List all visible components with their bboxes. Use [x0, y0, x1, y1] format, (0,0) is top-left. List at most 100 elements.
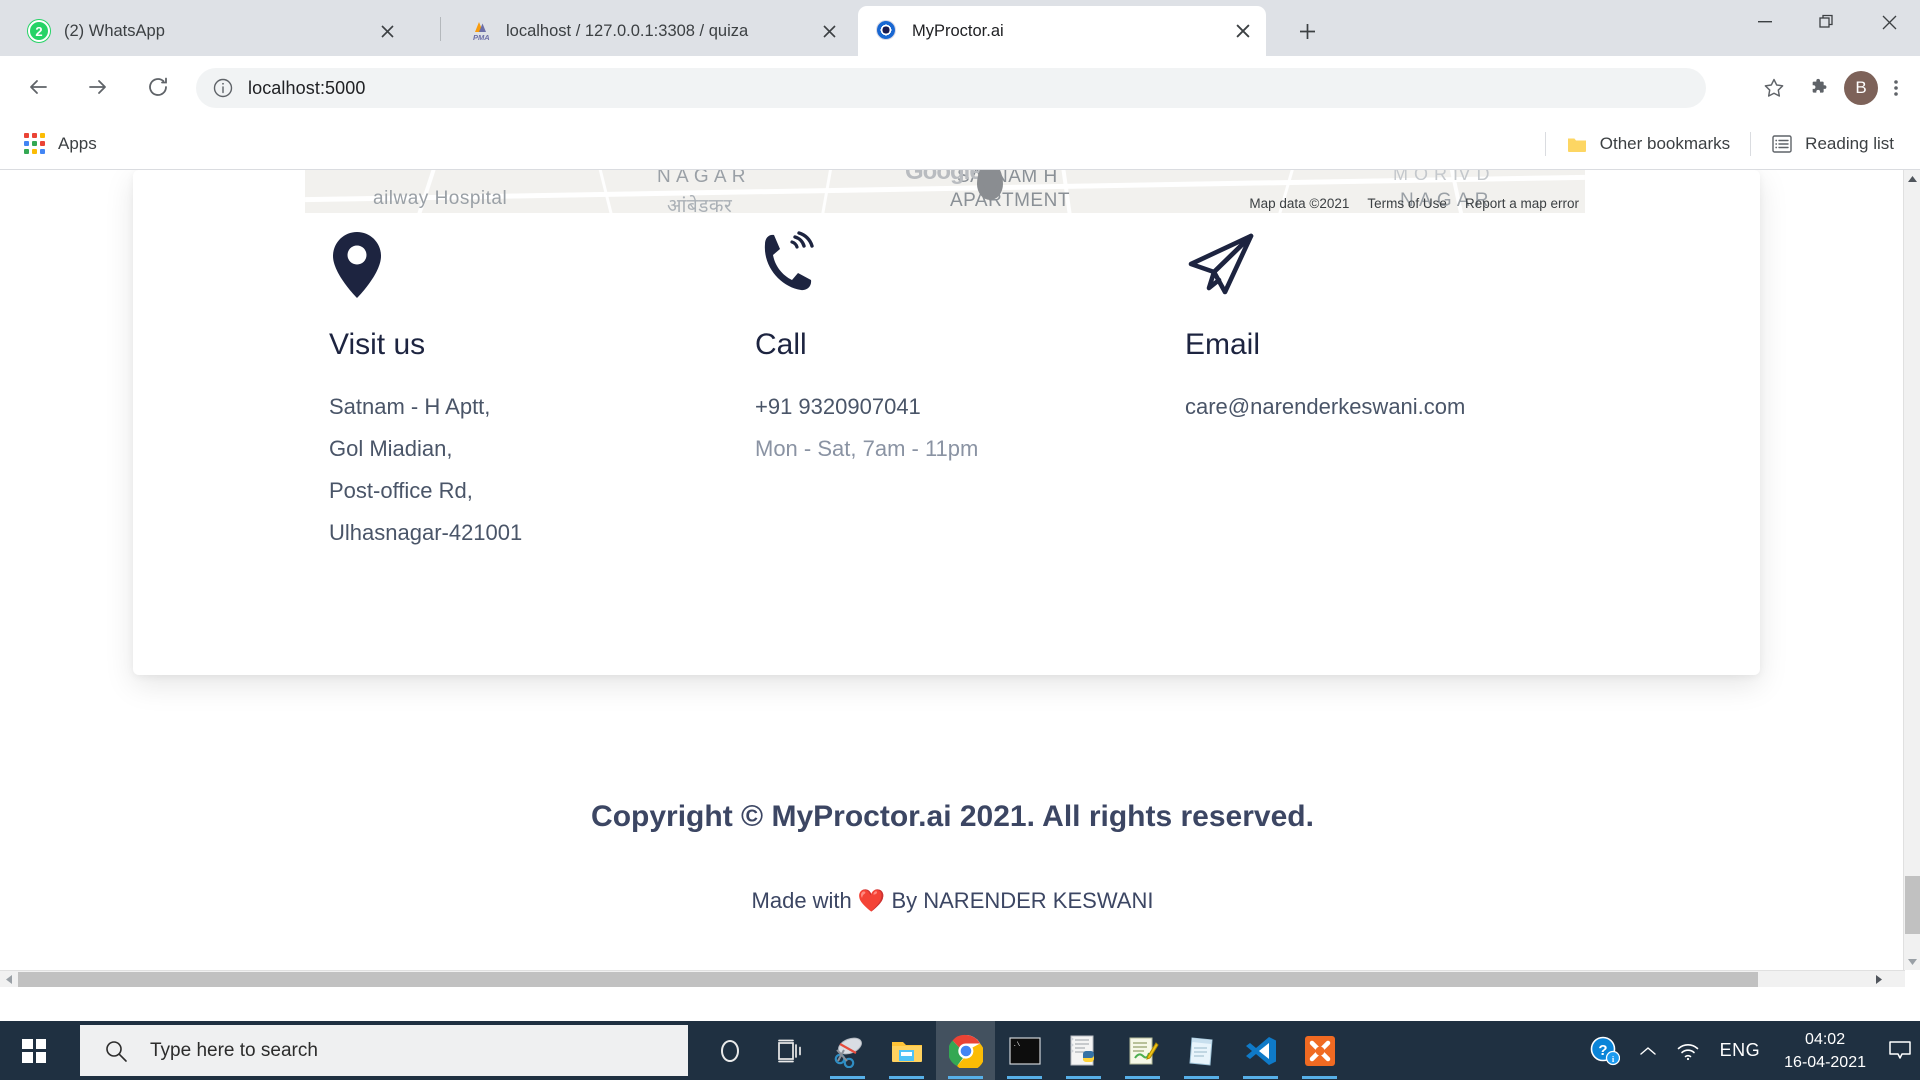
- search-icon: [104, 1039, 128, 1063]
- vertical-scrollbar[interactable]: [1903, 170, 1920, 970]
- map-label: आंबेडकर: [667, 192, 732, 213]
- made-with-prefix: Made with: [752, 888, 852, 913]
- svg-text:.\: .\: [1013, 1041, 1021, 1048]
- scroll-right-arrow-icon[interactable]: [1870, 971, 1887, 988]
- clock-date: 16-04-2021: [1784, 1051, 1866, 1074]
- taskbar-icons: .\: [700, 1021, 1349, 1080]
- file-explorer-icon[interactable]: [877, 1021, 936, 1080]
- language-indicator[interactable]: ENG: [1710, 1021, 1771, 1080]
- tab-close-button[interactable]: [1228, 16, 1258, 46]
- browser-tab-phpmyadmin[interactable]: PMA localhost / 127.0.0.1:3308 / quiza: [452, 6, 852, 56]
- address-line: Satnam - H Aptt,: [329, 386, 729, 428]
- bookmarks-bar-right: Other bookmarks Reading list: [1535, 127, 1904, 161]
- contact-card: ailway Hospital N A G A R आंबेडकर SATNAM…: [133, 170, 1760, 675]
- folder-icon: [1566, 133, 1588, 155]
- forward-arrow-icon[interactable]: [76, 65, 120, 109]
- clock-time: 04:02: [1784, 1028, 1866, 1051]
- map-label: M O R IV D: [1393, 170, 1490, 185]
- terms-of-use-link[interactable]: Terms of Use: [1367, 196, 1447, 211]
- reload-icon[interactable]: [136, 65, 180, 109]
- windows-taskbar: Type here to search: [0, 1021, 1920, 1080]
- system-tray: ? i ENG 04:02 16-04-2021: [1580, 1021, 1920, 1080]
- minimize-icon[interactable]: [1734, 0, 1796, 44]
- address-bar-text: localhost:5000: [248, 78, 366, 99]
- notepad-plus-plus-icon[interactable]: [1113, 1021, 1172, 1080]
- svg-text:PMA: PMA: [473, 33, 490, 42]
- contact-column-email: Email care@narenderkeswani.com: [1185, 230, 1685, 428]
- search-placeholder: Type here to search: [150, 1040, 318, 1062]
- scroll-left-arrow-icon[interactable]: [0, 971, 17, 988]
- close-icon[interactable]: [1858, 0, 1920, 44]
- column-title: Email: [1185, 328, 1685, 362]
- myproctor-icon: [876, 20, 898, 42]
- xampp-icon[interactable]: [1290, 1021, 1349, 1080]
- browser-tab-myproctor[interactable]: MyProctor.ai: [858, 6, 1266, 56]
- map-label: ailway Hospital: [373, 188, 507, 210]
- new-tab-button[interactable]: [1290, 14, 1324, 48]
- google-map[interactable]: ailway Hospital N A G A R आंबेडकर SATNAM…: [305, 170, 1585, 213]
- tab-title: localhost / 127.0.0.1:3308 / quiza: [506, 22, 806, 41]
- reading-list-button[interactable]: Reading list: [1761, 127, 1904, 161]
- browser-window: 2 (2) WhatsApp PMA localhost / 127.0.0.1…: [0, 0, 1920, 985]
- map-label: N A G A R: [657, 170, 746, 188]
- vertical-scrollbar-thumb[interactable]: [1905, 876, 1920, 934]
- scroll-up-arrow-icon[interactable]: [1904, 170, 1920, 187]
- contact-column-visit-us: Visit us Satnam - H Aptt, Gol Miadian, P…: [329, 230, 729, 554]
- bookmark-apps[interactable]: Apps: [14, 127, 107, 161]
- start-button[interactable]: [0, 1021, 68, 1080]
- paper-plane-icon: [1185, 230, 1685, 300]
- help-icon[interactable]: ? i: [1580, 1021, 1630, 1080]
- task-view-icon[interactable]: [759, 1021, 818, 1080]
- three-dot-menu-icon[interactable]: [1878, 70, 1914, 106]
- taskbar-clock[interactable]: 04:02 16-04-2021: [1770, 1028, 1880, 1074]
- info-icon[interactable]: [212, 77, 234, 99]
- cortana-icon[interactable]: [700, 1021, 759, 1080]
- restore-icon[interactable]: [1796, 0, 1858, 44]
- tab-title: (2) WhatsApp: [64, 22, 364, 41]
- browser-tab-whatsapp[interactable]: 2 (2) WhatsApp: [10, 6, 410, 56]
- address-line: Post-office Rd,: [329, 470, 729, 512]
- phone-ringing-icon: [755, 230, 1155, 300]
- business-hours: Mon - Sat, 7am - 11pm: [755, 428, 1155, 470]
- column-title: Call: [755, 328, 1155, 362]
- email-address[interactable]: care@narenderkeswani.com: [1185, 386, 1685, 428]
- made-with-line: Made with ❤️ By NARENDER KESWANI: [0, 888, 1905, 914]
- horizontal-scrollbar-thumb[interactable]: [18, 972, 1758, 987]
- tab-divider: [440, 17, 441, 41]
- bookmark-label: Apps: [58, 134, 97, 154]
- star-icon[interactable]: [1754, 68, 1794, 108]
- scroll-down-arrow-icon[interactable]: [1904, 953, 1920, 970]
- horizontal-scrollbar[interactable]: [0, 970, 1905, 987]
- address-line: Gol Miadian,: [329, 428, 729, 470]
- tab-strip: 2 (2) WhatsApp PMA localhost / 127.0.0.1…: [0, 0, 1920, 56]
- snipping-tool-icon[interactable]: [818, 1021, 877, 1080]
- chevron-up-icon[interactable]: [1630, 1021, 1666, 1080]
- phone-number[interactable]: +91 9320907041: [755, 386, 1155, 428]
- report-map-error-link[interactable]: Report a map error: [1465, 196, 1579, 211]
- map-data-label: Map data ©2021: [1249, 196, 1349, 211]
- google-chrome-icon[interactable]: [936, 1021, 995, 1080]
- python-idle-icon[interactable]: [1054, 1021, 1113, 1080]
- sticky-notes-icon[interactable]: [1172, 1021, 1231, 1080]
- back-arrow-icon[interactable]: [16, 65, 60, 109]
- vs-code-icon[interactable]: [1231, 1021, 1290, 1080]
- address-bar[interactable]: localhost:5000: [196, 68, 1706, 108]
- page-viewport: ailway Hospital N A G A R आंबेडकर SATNAM…: [0, 170, 1905, 970]
- tab-close-button[interactable]: [814, 16, 844, 46]
- copyright-text: Copyright © MyProctor.ai 2021. All right…: [0, 800, 1905, 834]
- reading-list-icon: [1771, 133, 1793, 155]
- apps-grid-icon: [24, 133, 46, 155]
- puzzle-icon[interactable]: [1802, 70, 1838, 106]
- profile-avatar[interactable]: B: [1844, 71, 1878, 105]
- taskbar-search-box[interactable]: Type here to search: [80, 1025, 688, 1076]
- made-with-suffix: By NARENDER KESWANI: [891, 888, 1153, 913]
- other-bookmarks-button[interactable]: Other bookmarks: [1556, 127, 1740, 161]
- tab-title: MyProctor.ai: [912, 22, 1220, 41]
- notification-icon[interactable]: [1880, 1021, 1920, 1080]
- heart-icon: ❤️: [858, 888, 885, 913]
- tab-close-button[interactable]: [372, 16, 402, 46]
- command-prompt-icon[interactable]: .\: [995, 1021, 1054, 1080]
- wifi-icon[interactable]: [1666, 1021, 1710, 1080]
- contact-column-call: Call +91 9320907041 Mon - Sat, 7am - 11p…: [755, 230, 1155, 470]
- bookmark-label: Other bookmarks: [1600, 134, 1730, 154]
